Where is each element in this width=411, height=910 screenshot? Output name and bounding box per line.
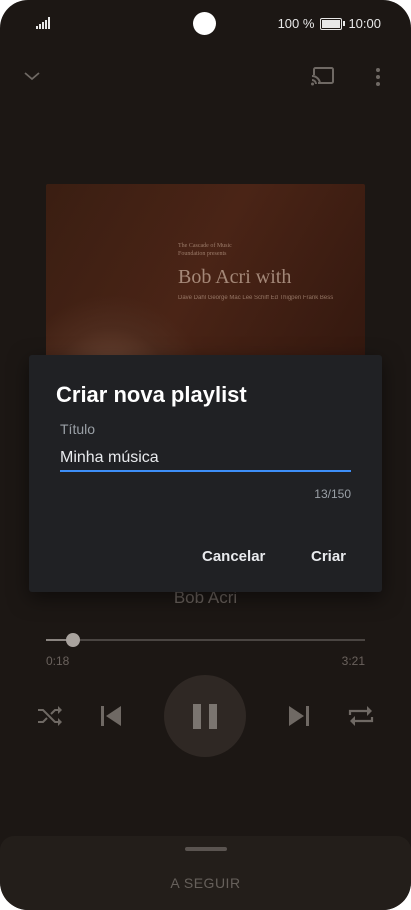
pause-button[interactable] [164,675,246,757]
sheet-drag-handle[interactable] [185,847,227,851]
shuffle-icon[interactable] [37,705,63,727]
status-bar: 100 % 10:00 [0,0,411,48]
repeat-icon[interactable] [348,704,374,728]
cancel-button[interactable]: Cancelar [202,548,265,565]
seek-bar-thumb[interactable] [66,633,81,647]
pause-icon [193,704,201,729]
cast-icon[interactable] [311,66,335,86]
battery-icon [320,17,346,30]
elapsed-time: 0:18 [46,654,70,668]
up-next-label: A SEGUIR [170,875,241,891]
album-art-presenter: The Cascade of Music Foundation presents [178,243,232,257]
next-icon[interactable] [288,705,310,727]
front-camera [193,12,216,35]
player-top-bar [0,60,411,96]
create-playlist-dialog: Criar nova playlist Título 13/150 Cancel… [29,355,382,592]
signal-icon [36,17,50,29]
input-underline [60,470,351,472]
character-counter: 13/150 [314,487,351,501]
collapse-chevron-icon[interactable] [23,70,41,82]
album-art-title: Bob Acri with [178,266,292,288]
battery-percent: 100 % [277,16,315,31]
create-button[interactable]: Criar [311,548,346,565]
seek-bar[interactable] [46,633,365,647]
dialog-title: Criar nova playlist [56,382,247,407]
status-right: 100 % 10:00 [278,16,381,31]
pause-icon-bar [209,704,217,729]
more-vert-icon[interactable] [375,67,381,87]
up-next-sheet[interactable]: A SEGUIR [0,836,411,910]
total-time: 3:21 [341,654,365,668]
title-field-label: Título [60,421,96,437]
album-art-credits: Dave Dahl George Mac Lee Schiff Ed Thigp… [178,295,334,301]
playlist-title-input[interactable] [60,449,350,467]
previous-icon[interactable] [100,705,122,727]
clock: 10:00 [348,16,381,31]
phone-screen: 100 % 10:00 The Cascade of Music Foundat… [0,0,411,910]
